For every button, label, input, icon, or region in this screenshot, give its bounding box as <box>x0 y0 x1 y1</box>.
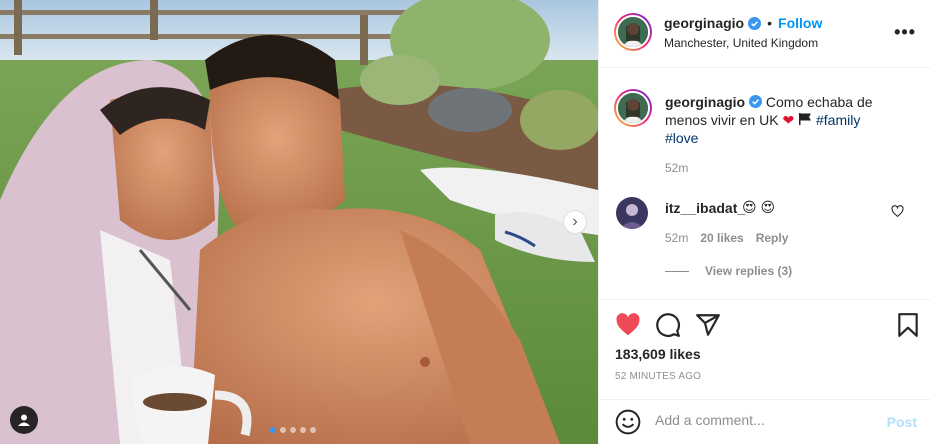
reply-button[interactable]: Reply <box>756 231 789 245</box>
comment-text: 😍 😍 <box>742 199 776 215</box>
view-replies-button[interactable]: View replies (3) <box>665 264 792 278</box>
heart-icon[interactable] <box>891 205 904 218</box>
comment-input[interactable] <box>655 412 875 428</box>
comment-username[interactable]: itz__ibadat_ <box>665 200 745 216</box>
hashtag-link[interactable]: #love <box>665 130 698 146</box>
share-icon[interactable] <box>695 312 721 338</box>
comment-likes[interactable]: 20 likes <box>700 231 743 245</box>
follow-button[interactable]: Follow <box>778 15 822 31</box>
slide-dot <box>270 427 276 433</box>
verified-icon <box>748 16 762 30</box>
replies-divider <box>665 270 689 272</box>
comment-meta: 52m 20 likes Reply <box>665 231 788 245</box>
post-actions: 183,609 likes 52 MINUTES AGO <box>599 299 930 409</box>
hashtag-link[interactable]: #family <box>816 112 860 128</box>
likes-count[interactable]: 183,609 likes <box>615 346 701 362</box>
post-side-panel: georginagio • Follow Manchester, United … <box>598 0 930 444</box>
comment-icon[interactable] <box>655 312 681 338</box>
post-time-ago[interactable]: 52 MINUTES AGO <box>615 371 701 382</box>
view-replies-label: View replies (3) <box>705 264 793 278</box>
comment-timestamp[interactable]: 52m <box>665 231 688 245</box>
avatar[interactable] <box>616 197 648 229</box>
post-photo <box>0 0 598 444</box>
emoji-icon[interactable] <box>615 409 641 435</box>
next-slide-button[interactable]: › <box>563 210 587 234</box>
slide-indicator <box>270 427 316 433</box>
post-media[interactable]: › <box>0 0 598 444</box>
more-options-icon[interactable]: ••• <box>894 22 916 43</box>
post-caption: georginagio Como echaba de menos vivir e… <box>665 93 915 147</box>
avatar[interactable] <box>614 13 652 51</box>
caption-username[interactable]: georginagio <box>665 94 745 110</box>
comments-section: georginagio Como echaba de menos vivir e… <box>599 69 930 299</box>
next-arrow-icon: › <box>572 213 578 230</box>
location-link[interactable]: Manchester, United Kingdom <box>664 36 818 50</box>
slide-dot <box>310 427 316 433</box>
red-heart-emoji: ❤ <box>782 112 795 128</box>
slide-dot <box>300 427 306 433</box>
post-comment-button[interactable]: Post <box>887 414 917 430</box>
slide-dot <box>290 427 296 433</box>
black-flag-emoji <box>799 113 812 125</box>
post-header: georginagio • Follow Manchester, United … <box>599 0 930 68</box>
header-username[interactable]: georginagio <box>664 15 744 31</box>
heart-icon[interactable] <box>615 312 641 338</box>
tag-user-icon[interactable] <box>10 406 38 434</box>
add-comment-bar: Post <box>599 399 930 444</box>
bookmark-icon[interactable] <box>895 312 921 338</box>
slide-dot <box>280 427 286 433</box>
avatar[interactable] <box>614 89 652 127</box>
header-separator: • <box>767 15 773 31</box>
verified-icon <box>749 95 763 108</box>
caption-timestamp[interactable]: 52m <box>665 161 688 175</box>
